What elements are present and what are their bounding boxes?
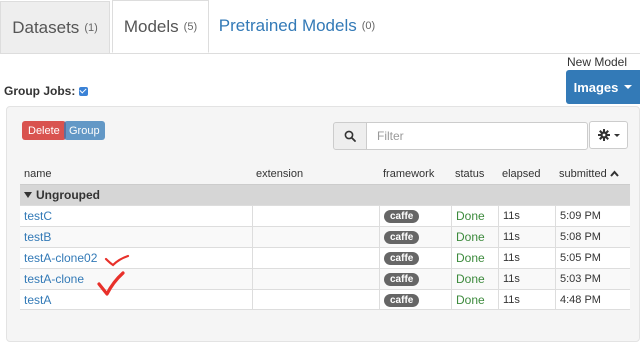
caret-down-icon — [613, 133, 620, 137]
red-checkmark-icon — [104, 254, 130, 267]
framework-badge: caffe — [384, 209, 420, 223]
group-jobs-label: Group Jobs: — [4, 84, 76, 98]
new-model-label: New Model — [567, 55, 628, 69]
extension-cell — [252, 290, 379, 310]
new-model-images-button[interactable]: Images — [566, 70, 640, 104]
column-header-status[interactable]: status — [451, 163, 498, 184]
submitted-text: 5:05 PM — [555, 248, 630, 268]
tab-label: Pretrained Models — [218, 16, 357, 35]
model-link[interactable]: testB — [24, 230, 51, 244]
extension-cell — [252, 269, 379, 289]
tab-count: (1) — [84, 21, 98, 34]
framework-badge: caffe — [384, 251, 420, 265]
submitted-text: 5:03 PM — [555, 269, 630, 289]
status-text: Done — [456, 251, 485, 265]
tab-count: (5) — [183, 20, 198, 33]
group-button[interactable]: Group — [64, 121, 105, 140]
column-header-extension[interactable]: extension — [252, 163, 379, 184]
column-header-name[interactable]: name — [20, 163, 252, 184]
submitted-text: 5:08 PM — [555, 227, 630, 247]
framework-badge: caffe — [384, 293, 420, 307]
search-icon-addon — [333, 122, 367, 150]
model-link[interactable]: testA-clone02 — [24, 251, 97, 265]
elapsed-text: 11s — [498, 206, 555, 226]
elapsed-text: 11s — [498, 227, 555, 247]
caret-down-icon — [624, 85, 633, 89]
images-button-label: Images — [573, 79, 619, 95]
extension-cell — [252, 248, 379, 268]
tab-label: Models — [123, 16, 179, 36]
elapsed-text: 11s — [498, 248, 555, 268]
group-label: Ungrouped — [36, 188, 100, 202]
column-header-framework[interactable]: framework — [379, 163, 451, 184]
framework-badge: caffe — [384, 230, 420, 244]
caret-down-icon — [24, 192, 32, 198]
status-text: Done — [456, 209, 485, 223]
column-header-elapsed[interactable]: elapsed — [498, 163, 555, 184]
group-row-ungrouped[interactable]: Ungrouped — [20, 184, 630, 205]
tab-models[interactable]: Models (5) — [112, 0, 209, 53]
extension-cell — [252, 206, 379, 226]
column-header-submitted[interactable]: submitted — [555, 163, 630, 184]
column-header-label: submitted — [559, 167, 607, 180]
model-link[interactable]: testA-clone — [24, 272, 84, 286]
table-row: testB caffe Done 11s 5:08 PM — [20, 226, 630, 247]
group-jobs-checkbox[interactable] — [79, 86, 89, 96]
settings-dropdown-button[interactable] — [589, 121, 628, 149]
elapsed-text: 11s — [498, 290, 555, 310]
filter-input[interactable] — [366, 122, 588, 150]
status-text: Done — [456, 272, 485, 286]
red-checkmark-icon — [97, 271, 125, 296]
tab-count: (0) — [361, 20, 376, 32]
search-icon — [344, 130, 356, 142]
elapsed-text: 11s — [498, 269, 555, 289]
tab-pretrained-models[interactable]: Pretrained Models (0) — [209, 0, 385, 52]
submitted-text: 5:09 PM — [555, 206, 630, 226]
model-link[interactable]: testC — [24, 209, 52, 223]
extension-cell — [252, 227, 379, 247]
delete-button[interactable]: Delete — [22, 121, 66, 140]
tab-label: Datasets — [12, 17, 80, 37]
gear-icon — [597, 129, 610, 141]
submitted-text: 4:48 PM — [555, 290, 630, 310]
sort-ascending-icon — [609, 170, 619, 177]
status-text: Done — [456, 293, 485, 307]
framework-badge: caffe — [384, 272, 420, 286]
table-row: testC caffe Done 11s 5:09 PM — [20, 205, 630, 226]
nav-tabs: Datasets (1) Models (5) Pretrained Model… — [0, 0, 640, 54]
model-link[interactable]: testA — [24, 293, 51, 307]
status-text: Done — [456, 230, 485, 244]
tab-datasets[interactable]: Datasets (1) — [0, 1, 110, 53]
group-jobs-toggle: Group Jobs: — [4, 84, 89, 98]
